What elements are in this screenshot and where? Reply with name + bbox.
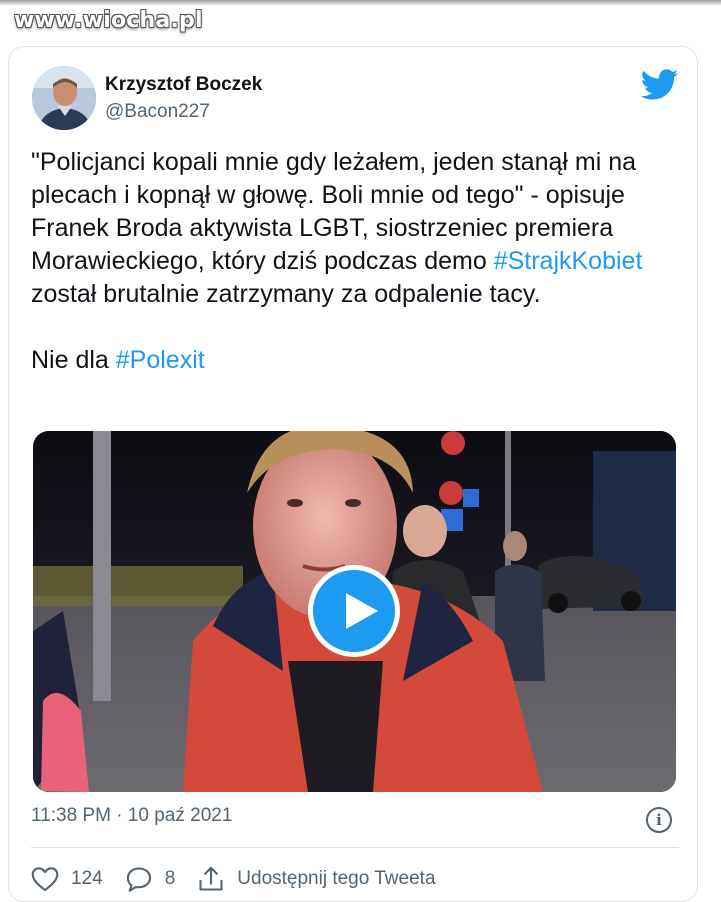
share-label: Udostępnij tego Tweeta [237, 868, 436, 889]
divider [31, 847, 679, 848]
reply-count: 8 [164, 868, 176, 889]
twitter-bird-icon[interactable] [641, 69, 679, 101]
hashtag-strajkkobiet[interactable]: #StrajkKobiet [494, 247, 643, 275]
heart-icon [31, 867, 59, 892]
tweet-text-part2: został brutalnie zatrzymany za odpalenie… [31, 280, 541, 374]
like-count: 124 [71, 868, 103, 889]
tweet-actions: 124 8 Udostępnij tego Tweeta [31, 859, 458, 899]
top-strip [0, 0, 721, 6]
play-icon[interactable] [308, 565, 400, 657]
tweet-text: "Policjanci kopali mnie gdy leżałem, jed… [31, 146, 671, 377]
tweet-timestamp[interactable]: 11:38 PM · 10 paź 2021 [31, 805, 232, 827]
like-button[interactable]: 124 [31, 866, 103, 892]
watermark: www.wiocha.pl [14, 8, 203, 33]
tweet-card: Krzysztof Boczek @Bacon227 "Policjanci k… [8, 46, 698, 902]
info-icon[interactable]: i [646, 807, 672, 833]
video-player[interactable] [33, 431, 676, 792]
reply-icon [126, 867, 151, 892]
hashtag-polexit[interactable]: #Polexit [116, 346, 205, 374]
avatar[interactable] [32, 66, 96, 130]
author-handle[interactable]: @Bacon227 [105, 101, 210, 123]
reply-button[interactable]: 8 [125, 866, 176, 892]
author-name[interactable]: Krzysztof Boczek [105, 74, 262, 96]
share-icon [199, 866, 223, 891]
share-button[interactable]: Udostępnij tego Tweeta [197, 866, 436, 892]
avatar-image [32, 66, 96, 130]
